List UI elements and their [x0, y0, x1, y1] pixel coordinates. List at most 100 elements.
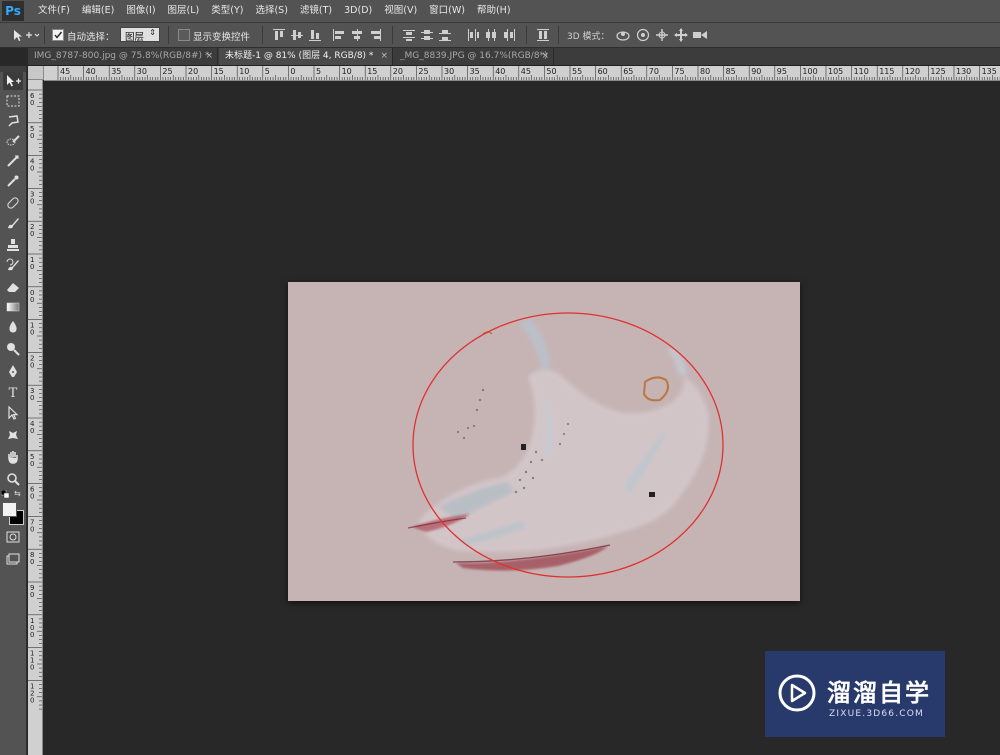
type-tool-icon[interactable]: T — [3, 384, 23, 402]
menu-image[interactable]: 图像(I) — [120, 0, 161, 22]
ruler-label: 115 — [879, 67, 894, 76]
menu-select[interactable]: 选择(S) — [249, 0, 293, 22]
ruler-label: 30 — [137, 67, 147, 76]
ruler-origin[interactable] — [28, 66, 44, 80]
brush-tool-icon[interactable] — [3, 214, 23, 232]
document-canvas[interactable] — [288, 282, 800, 601]
menu-layer[interactable]: 图层(L) — [162, 0, 206, 22]
history-brush-tool-icon[interactable] — [3, 256, 23, 274]
blur-tool-icon[interactable] — [3, 318, 23, 336]
ruler-label: 0 — [30, 664, 34, 672]
tab-mg-8839[interactable]: _MG_8839.JPG @ 16.7%(RGB/8*) × — [394, 48, 554, 65]
pen-tool-icon[interactable] — [3, 362, 23, 380]
close-icon[interactable]: × — [380, 48, 388, 65]
menu-type[interactable]: 类型(Y) — [205, 0, 249, 22]
ruler-label: 40 — [86, 67, 96, 76]
align-right-icon[interactable] — [368, 28, 382, 42]
menu-edit[interactable]: 编辑(E) — [76, 0, 120, 22]
crop-tool-icon[interactable] — [3, 152, 23, 170]
ruler-label: 30 — [444, 67, 454, 76]
ruler-label: 0 — [30, 394, 34, 402]
menu-window[interactable]: 窗口(W) — [423, 0, 471, 22]
screen-mode-icon[interactable] — [3, 550, 23, 568]
move-tool-preset-icon[interactable] — [10, 27, 40, 43]
3d-scale-icon[interactable] — [692, 28, 708, 42]
ruler-label: 15 — [367, 67, 377, 76]
foreground-color-swatch[interactable] — [2, 502, 17, 517]
3d-roll-icon[interactable] — [636, 28, 650, 42]
move-tool-icon[interactable] — [3, 72, 23, 90]
horizontal-ruler[interactable]: 45 40 35 30 25 20 15 10 5 0 5 10 15 20 25 30 35 40 45 50 55 6… — [44, 66, 1000, 81]
distribute-bottom-icon[interactable] — [438, 28, 452, 42]
ruler-label: 0 — [30, 230, 34, 238]
menu-view[interactable]: 视图(V) — [378, 0, 423, 22]
menu-3d[interactable]: 3D(D) — [338, 0, 378, 22]
menu-file[interactable]: 文件(F) — [32, 0, 76, 22]
swap-colors-icon[interactable]: ⇆ — [14, 490, 22, 498]
ruler-label: 125 — [930, 67, 945, 76]
default-colors-icon[interactable] — [0, 489, 10, 499]
lasso-tool-icon[interactable] — [3, 112, 23, 130]
3d-slide-icon[interactable] — [674, 28, 688, 42]
ruler-label: 25 — [418, 67, 428, 76]
eyedropper-tool-icon[interactable] — [3, 172, 23, 190]
align-top-icon[interactable] — [272, 28, 286, 42]
tab-label: _MG_8839.JPG @ 16.7%(RGB/8*) — [400, 51, 548, 61]
ruler-label: 0 — [30, 296, 34, 304]
zoom-tool-icon[interactable] — [3, 470, 23, 488]
distribute-right-icon[interactable] — [502, 28, 516, 42]
ruler-label: 65 — [623, 67, 633, 76]
ruler-label: 15 — [214, 67, 224, 76]
align-hcenter-icon[interactable] — [350, 28, 364, 42]
auto-select-checkbox[interactable] — [52, 29, 64, 41]
vertical-ruler[interactable]: 6050403020100010203040506070809010011012… — [28, 80, 43, 755]
ruler-label: 0 — [30, 493, 34, 501]
align-left-icon[interactable] — [332, 28, 346, 42]
menu-help[interactable]: 帮助(H) — [471, 0, 517, 22]
distribute-vcenter-icon[interactable] — [420, 28, 434, 42]
gradient-tool-icon[interactable] — [3, 298, 23, 316]
hand-tool-icon[interactable] — [3, 448, 23, 466]
close-icon[interactable]: × — [541, 48, 549, 65]
auto-align-layers-icon[interactable] — [536, 28, 550, 42]
ruler-label: 20 — [188, 67, 198, 76]
distribute-hcenter-icon[interactable] — [484, 28, 498, 42]
close-icon[interactable]: × — [205, 48, 213, 65]
show-transform-checkbox[interactable] — [178, 29, 190, 41]
eraser-tool-icon[interactable] — [3, 278, 23, 296]
path-selection-tool-icon[interactable] — [3, 404, 23, 422]
ruler-label: 0 — [30, 99, 34, 107]
align-bottom-icon[interactable] — [308, 28, 322, 42]
ruler-label: 0 — [30, 329, 34, 337]
custom-shape-tool-icon[interactable] — [3, 426, 23, 444]
ruler-label: 0 — [30, 132, 34, 140]
ruler-label: 105 — [828, 67, 843, 76]
ruler-label: 75 — [674, 67, 684, 76]
menu-filter[interactable]: 滤镜(T) — [294, 0, 338, 22]
ruler-label: 0 — [30, 525, 34, 533]
3d-rotate-icon[interactable] — [616, 28, 630, 42]
marquee-tool-icon[interactable] — [3, 92, 23, 110]
clone-stamp-tool-icon[interactable] — [3, 236, 23, 254]
distribute-top-icon[interactable] — [402, 28, 416, 42]
auto-select-dropdown[interactable]: 图层 ⇕ — [120, 27, 160, 43]
ruler-label: 0 — [30, 361, 34, 369]
menu-bar: Ps 文件(F) 编辑(E) 图像(I) 图层(L) 类型(Y) 选择(S) 滤… — [0, 0, 1000, 23]
tab-untitled-1[interactable]: 未标题-1 @ 81% (图层 4, RGB/8) * × — [219, 48, 393, 65]
ruler-label: 0 — [30, 460, 34, 468]
healing-brush-tool-icon[interactable] — [3, 194, 23, 212]
dodge-tool-icon[interactable] — [3, 340, 23, 358]
quick-selection-tool-icon[interactable] — [3, 132, 23, 150]
options-bar: 自动选择： 图层 ⇕ 显示变换控件 3D 模式： — [0, 23, 1000, 48]
shoe-image — [407, 312, 724, 578]
distribute-left-icon[interactable] — [466, 28, 480, 42]
ruler-label: 0 — [30, 696, 34, 704]
ruler-label: 110 — [854, 67, 869, 76]
3d-drag-icon[interactable] — [655, 28, 669, 42]
ruler-label: 0 — [30, 631, 34, 639]
tab-img-8787[interactable]: IMG_8787-800.jpg @ 75.8%(RGB/8#) * × — [28, 48, 218, 65]
align-vcenter-icon[interactable] — [290, 28, 304, 42]
ruler-label: 20 — [393, 67, 403, 76]
show-transform-label: 显示变换控件 — [193, 32, 251, 43]
quick-mask-icon[interactable] — [3, 528, 23, 546]
